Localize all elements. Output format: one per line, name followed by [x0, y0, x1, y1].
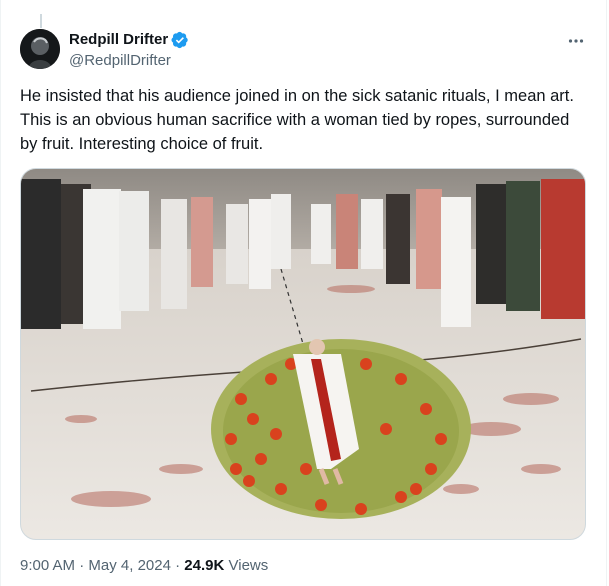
tweet-body-text: He insisted that his audience joined in … [20, 87, 574, 153]
author-display-name[interactable]: Redpill Drifter [69, 30, 189, 50]
tweet-date: May 4, 2024 [88, 557, 171, 574]
tweet-meta: 9:00 AM · May 4, 2024 · 24.9K Views [20, 556, 268, 576]
views-link[interactable]: 24.9K Views [184, 557, 268, 574]
more-ellipsis-icon [568, 39, 584, 43]
timeline-border-left [0, 0, 1, 586]
more-options-button[interactable] [562, 29, 590, 53]
views-label: Views [228, 557, 269, 574]
views-count: 24.9K [184, 557, 225, 574]
tweet-time: 9:00 AM [20, 557, 76, 574]
timeline-border-right [606, 0, 607, 586]
meta-separator-2: · [175, 557, 181, 574]
meta-separator: · [79, 557, 85, 574]
tweet-timestamp-link[interactable]: 9:00 AM · May 4, 2024 [20, 557, 171, 574]
verified-badge-icon [171, 31, 188, 49]
thread-connector-line [40, 14, 42, 28]
author-handle[interactable]: @RedpillDrifter [69, 51, 189, 71]
tweet-photo[interactable] [20, 168, 586, 540]
tweet-header: Redpill Drifter @RedpillDrifter [20, 29, 590, 71]
avatar-icon [20, 29, 60, 69]
photo-image [21, 169, 585, 539]
author-avatar[interactable] [20, 29, 60, 69]
author-name-text: Redpill Drifter [69, 31, 169, 48]
